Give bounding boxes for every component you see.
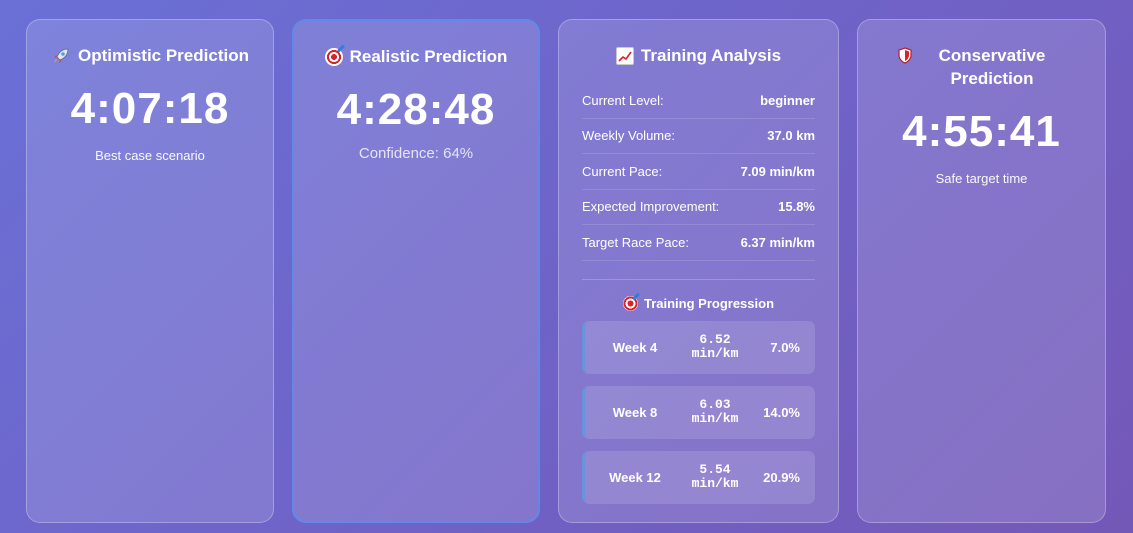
shield-icon	[898, 47, 912, 64]
target-icon	[324, 47, 343, 66]
week-pace-value: 6.52	[699, 332, 731, 347]
stat-value: 7.09 min/km	[740, 163, 815, 179]
progression-title-row: Training Progression	[559, 295, 838, 311]
realistic-confidence: Confidence: 64%	[358, 145, 474, 162]
stat-value: 6.37 min/km	[740, 234, 815, 250]
week-pace: 6.03 min/km	[685, 398, 745, 426]
realistic-prediction-card: Realistic Prediction 4:28:48 Confidence:…	[292, 19, 540, 523]
week-pace-value: 6.03	[699, 397, 731, 412]
week-pace-unit: min/km	[691, 476, 739, 491]
stat-value: 15.8%	[778, 199, 815, 215]
analysis-title: Training Analysis	[640, 46, 782, 65]
week-pace-unit: min/km	[691, 411, 739, 426]
conservative-subtitle: Safe target time	[935, 171, 1028, 186]
stat-current-level: Current Level: beginner	[582, 83, 815, 119]
week-label: Week 4	[612, 339, 658, 355]
conservative-time: 4:55:41	[902, 107, 1061, 156]
section-divider	[582, 278, 815, 280]
stat-label: Weekly Volume:	[582, 128, 675, 144]
stat-label: Current Level:	[582, 92, 664, 108]
week-percent: 20.9%	[763, 469, 800, 485]
conservative-prediction-card: Conservative Prediction 4:55:41 Safe tar…	[857, 19, 1106, 523]
progression-title: Training Progression	[643, 295, 775, 311]
analysis-title-row: Training Analysis	[559, 44, 838, 67]
stat-current-pace: Current Pace: 7.09 min/km	[582, 154, 815, 190]
training-analysis-card: Training Analysis Current Level: beginne…	[558, 19, 839, 523]
week-percent: 7.0%	[770, 339, 800, 355]
stat-target-race-pace: Target Race Pace: 6.37 min/km	[582, 225, 815, 261]
stat-value: beginner	[760, 92, 815, 108]
stat-weekly-volume: Weekly Volume: 37.0 km	[582, 119, 815, 154]
rocket-icon	[51, 46, 71, 66]
progression-item-week-12: Week 12 5.54 min/km 20.9%	[582, 450, 815, 504]
progression-item-week-8: Week 8 6.03 min/km 14.0%	[582, 385, 815, 439]
stat-label: Current Pace:	[582, 163, 663, 179]
stat-value: 37.0 km	[767, 128, 815, 144]
optimistic-subtitle: Best case scenario	[95, 148, 205, 163]
realistic-title-row: Realistic Prediction	[294, 45, 538, 68]
progression-list: Week 4 6.52 min/km 7.0% Week 8 6.03 min/…	[582, 320, 815, 504]
conservative-title-row: Conservative Prediction	[858, 44, 1105, 90]
optimistic-prediction-card: Optimistic Prediction 4:07:18 Best case …	[26, 19, 274, 523]
week-pace: 6.52 min/km	[685, 333, 745, 361]
optimistic-title-row: Optimistic Prediction	[27, 44, 273, 67]
week-pace-unit: min/km	[691, 346, 739, 361]
week-label: Week 12	[609, 469, 661, 485]
week-pace: 5.54 min/km	[685, 463, 745, 491]
week-label: Week 8	[612, 404, 658, 420]
conservative-title: Conservative Prediction	[938, 46, 1046, 88]
stat-label: Target Race Pace:	[582, 234, 689, 250]
realistic-time: 4:28:48	[336, 85, 496, 134]
stat-label: Expected Improvement:	[582, 199, 720, 215]
optimistic-title: Optimistic Prediction	[78, 46, 249, 65]
target-icon	[622, 295, 638, 311]
week-percent: 14.0%	[763, 404, 800, 420]
chart-increasing-icon	[615, 46, 634, 65]
week-pace-value: 5.54	[699, 462, 731, 477]
optimistic-time: 4:07:18	[70, 84, 230, 133]
stat-expected-improvement: Expected Improvement: 15.8%	[582, 190, 815, 225]
progression-item-week-4: Week 4 6.52 min/km 7.0%	[582, 320, 815, 374]
analysis-stats: Current Level: beginner Weekly Volume: 3…	[582, 83, 815, 261]
realistic-title: Realistic Prediction	[349, 47, 508, 66]
